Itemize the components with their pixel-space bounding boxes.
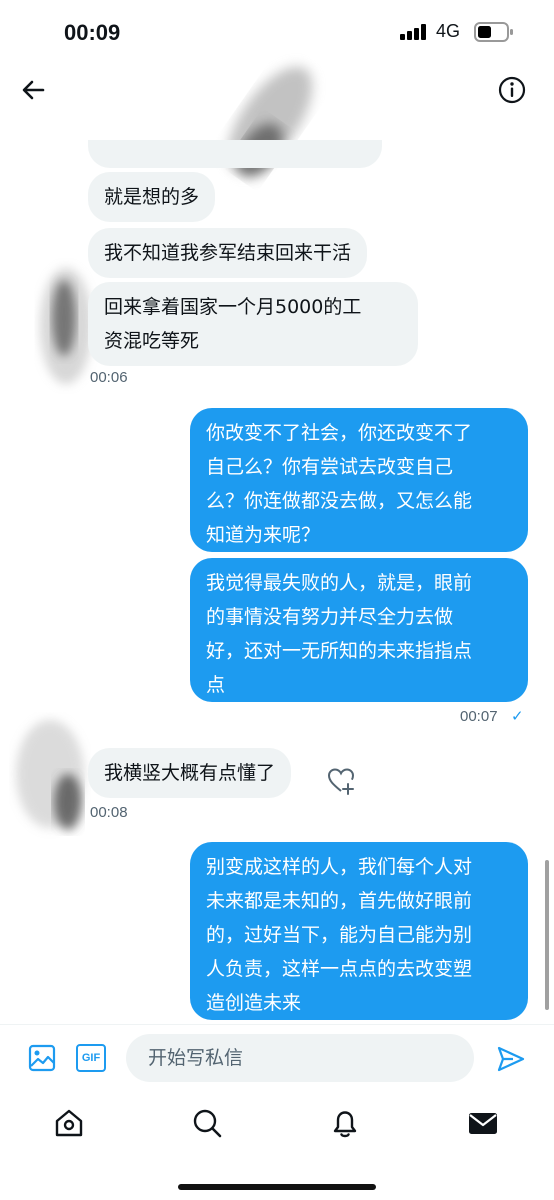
- message-bubble-incoming[interactable]: 我不知道我参军结束回来干活: [88, 228, 368, 278]
- search-icon: [193, 1109, 222, 1138]
- message-bubble-incoming[interactable]: 就是想的多: [88, 172, 216, 222]
- message-bubble-partial: [88, 140, 382, 168]
- read-check-icon: ✓: [511, 708, 524, 725]
- heart-plus-icon: [327, 768, 355, 795]
- tab-search[interactable]: [190, 1106, 224, 1140]
- message-timestamp: 00:08: [90, 804, 128, 821]
- messages-icon: [469, 1113, 497, 1134]
- send-icon: [497, 1046, 525, 1072]
- home-icon: [55, 1109, 83, 1137]
- status-time: 00:09: [64, 20, 121, 45]
- message-bubble-outgoing[interactable]: 你改变不了社会，你还改变不了 自己么？你有尝试去改变自己 么？你连做都没去做，又…: [190, 408, 528, 552]
- message-bubble-outgoing[interactable]: 我觉得最失败的人，就是，眼前 的事情没有努力并尽全力去做 好，还对一无所知的未来…: [190, 558, 528, 702]
- signal-icon: [400, 24, 426, 40]
- back-button[interactable]: [18, 74, 50, 106]
- network-type: 4G: [436, 21, 461, 41]
- redacted-avatar-2: [16, 720, 84, 830]
- tab-messages[interactable]: [466, 1106, 500, 1140]
- gif-button[interactable]: GIF: [76, 1044, 106, 1072]
- scrollbar[interactable]: [545, 860, 549, 1010]
- message-timestamp: 00:07: [460, 708, 498, 725]
- notifications-icon: [333, 1111, 357, 1138]
- like-button[interactable]: [326, 766, 356, 796]
- tab-home[interactable]: [52, 1106, 86, 1140]
- add-image-button[interactable]: [28, 1044, 56, 1072]
- info-button[interactable]: [496, 74, 528, 106]
- tab-notifications[interactable]: [328, 1106, 362, 1140]
- image-icon: [28, 1044, 56, 1072]
- send-button[interactable]: [496, 1044, 526, 1074]
- arrow-left-icon: [22, 80, 45, 100]
- message-bubble-incoming[interactable]: 回来拿着国家一个月5000的工 资混吃等死: [88, 282, 418, 366]
- battery-icon: [474, 22, 513, 42]
- message-bubble-outgoing[interactable]: 别变成这样的人，我们每个人对 未来都是未知的，首先做好眼前 的，过好当下，能为自…: [190, 842, 528, 1020]
- gif-label: GIF: [81, 1052, 101, 1064]
- info-icon: [498, 76, 526, 104]
- message-input[interactable]: 开始写私信: [126, 1034, 474, 1082]
- message-bubble-incoming[interactable]: 我横竖大概有点懂了: [88, 748, 292, 798]
- home-indicator: [178, 1184, 376, 1190]
- message-timestamp: 00:06: [90, 369, 128, 386]
